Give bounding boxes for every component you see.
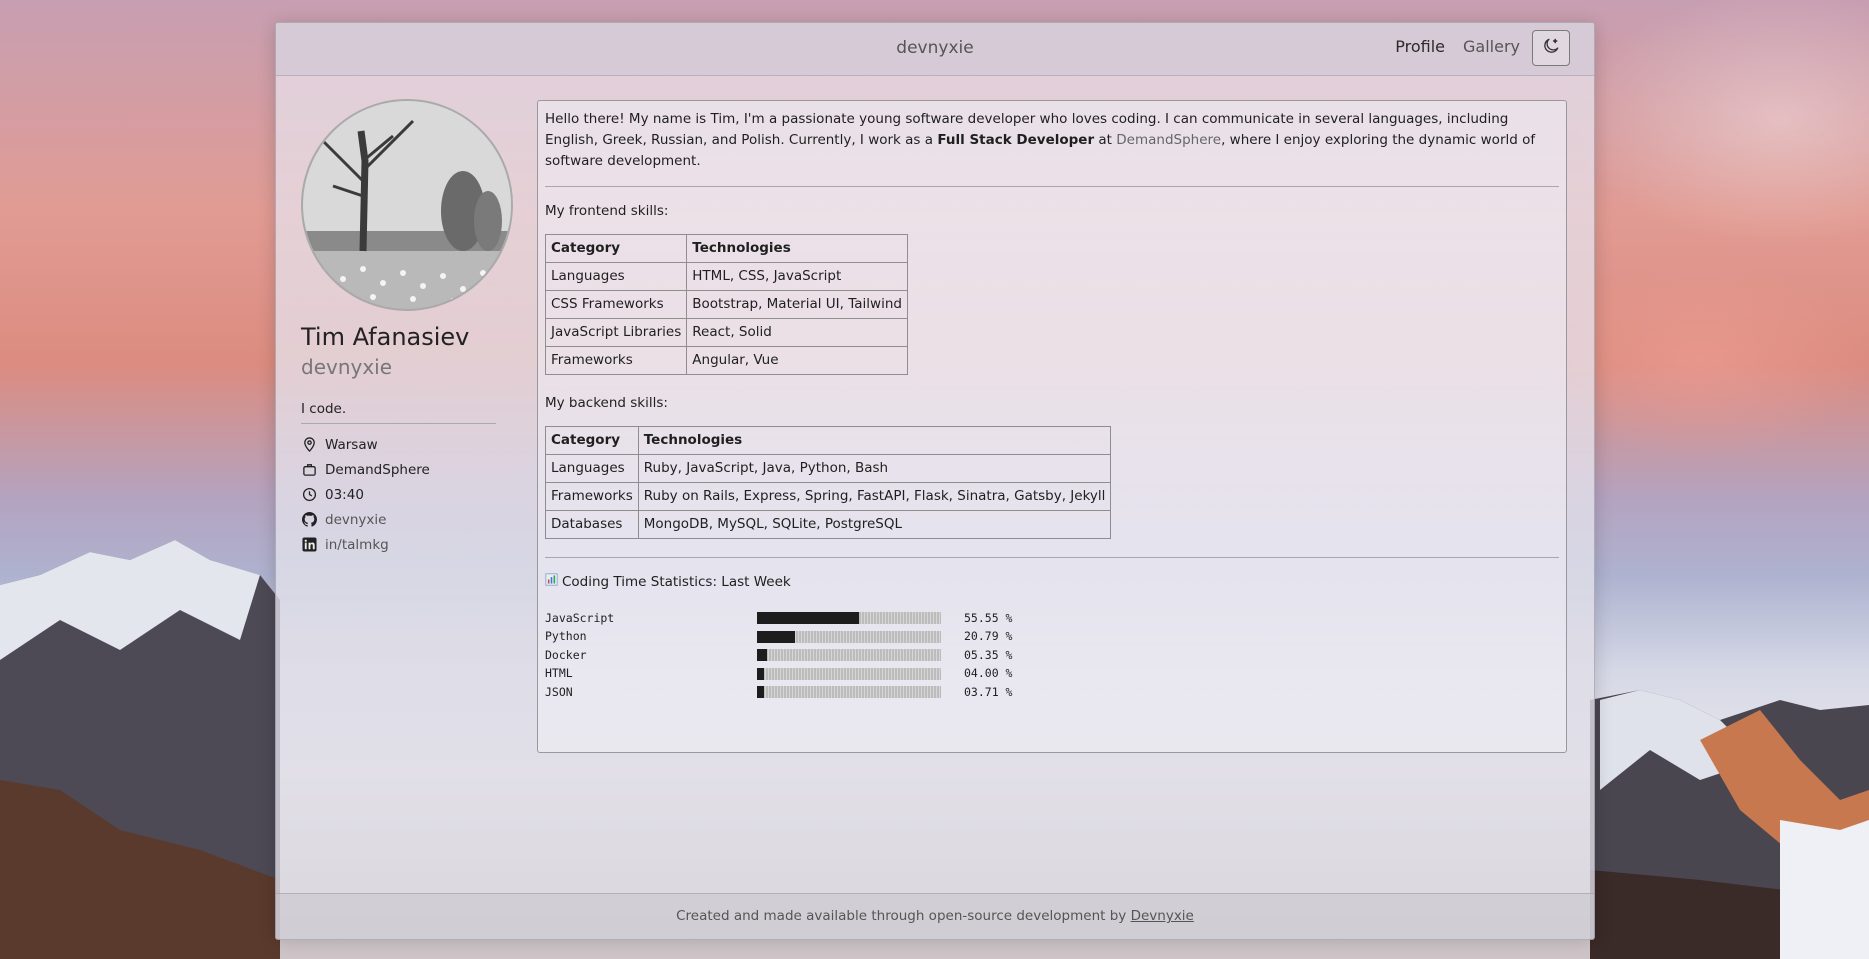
theme-toggle-button[interactable] [1532,30,1570,66]
table-cell: MongoDB, MySQL, SQLite, PostgreSQL [637,510,1112,539]
stats-progress-fill [757,630,796,643]
intro-role: Full Stack Developer [937,132,1095,148]
stats-progress-bar [757,630,941,643]
briefcase-icon [301,462,317,478]
table-cell: JavaScript Libraries [544,318,688,347]
frontend-label: My frontend skills: [545,203,669,219]
table-row: Databases MongoDB, MySQL, SQLite, Postgre… [545,510,1112,539]
location-text: Warsaw [325,436,378,453]
footer-author-link[interactable]: Devnyxie [1131,908,1194,924]
table-cell: Languages [545,454,639,483]
stats-row: Docker 05.35 % [545,646,1559,665]
company-text: DemandSphere [325,461,430,478]
intro-at: at [1094,132,1117,148]
readme-panel: Hello there! My name is Tim, I'm a passi… [537,100,1567,753]
info-company: DemandSphere [301,457,521,482]
table-row: JavaScript Libraries React, Solid [544,318,908,347]
bar-chart-icon [545,572,558,593]
stats-row: Python 20.79 % [545,628,1559,647]
nav-profile[interactable]: Profile [1395,37,1445,56]
location-pin-icon [301,437,317,453]
profile-username: devnyxie [301,355,393,379]
table-cell: Angular, Vue [686,346,908,375]
stats-progress-fill [757,686,764,699]
info-github: devnyxie [301,507,521,532]
footer: Created and made available through open-… [276,893,1594,939]
stats-progress-bar [757,686,941,699]
divider [545,557,1559,558]
table-row: Languages Ruby, JavaScript, Java, Python,… [545,454,1112,483]
github-icon [301,512,317,528]
coding-stats: JavaScript 55.55 % Python 20.79 % Docker 05.3… [545,609,1559,702]
table-cell: Frameworks [545,482,639,511]
table-row: CSS Frameworks Bootstrap, Material UI, Ta… [544,290,908,319]
info-time: 03:40 [301,482,521,507]
local-time-text: 03:40 [325,486,364,503]
table-cell: Databases [545,510,639,539]
stats-progress-fill [757,667,765,680]
table-cell: Ruby, JavaScript, Java, Python, Bash [637,454,1112,483]
stats-progress-bar [757,667,941,680]
stats-row: JSON 03.71 % [545,683,1559,702]
stats-progress-fill [757,649,767,662]
profile-info-list: Warsaw DemandSphere 03:40 devnyxie in/ta… [301,432,521,557]
table-cell: Ruby on Rails, Express, Spring, FastAPI,… [637,482,1112,511]
table-cell: React, Solid [686,318,908,347]
frontend-skills-table: Category Technologies Languages HTML, CSS… [544,234,908,375]
stats-progress-bar [757,649,941,662]
stats-row: JavaScript 55.55 % [545,609,1559,628]
table-cell: HTML, CSS, JavaScript [686,262,908,291]
column-header: Category [544,234,688,263]
table-row: Frameworks Ruby on Rails, Express, Spring… [545,482,1112,511]
linkedin-link[interactable]: in/talmkg [325,537,389,553]
profile-sidebar: Tim Afanasiev devnyxie I code. Warsaw De… [301,99,521,557]
backend-label: My backend skills: [545,395,668,411]
stats-progress-bar [757,612,941,625]
nav-gallery[interactable]: Gallery [1463,37,1520,56]
stats-row: HTML 04.00 % [545,665,1559,684]
main-nav: Profile Gallery [1395,37,1520,56]
info-location: Warsaw [301,432,521,457]
table-cell: Frameworks [544,346,688,375]
clock-icon [301,487,317,503]
stats-percentage: 03.71 % [964,684,1013,699]
footer-text: Created and made available through open-… [676,908,1131,924]
header-bar: devnyxie Profile Gallery [276,23,1594,76]
table-row: Languages HTML, CSS, JavaScript [544,262,908,291]
stats-language: JSON [545,684,573,699]
profile-full-name: Tim Afanasiev [301,323,470,351]
app-window: devnyxie Profile Gallery Tim Afanasiev d… [275,22,1595,940]
stats-heading: Coding Time Statistics: Last Week [545,572,1559,593]
github-link[interactable]: devnyxie [325,512,386,528]
profile-bio: I code. [301,401,496,424]
stats-title-text: Coding Time Statistics: Last Week [562,574,791,590]
avatar [301,99,513,311]
table-cell: Languages [544,262,688,291]
table-cell: Bootstrap, Material UI, Tailwind [686,290,908,319]
backend-skills-table: Category Technologies Languages Ruby, Jav… [545,426,1112,539]
table-row: Frameworks Angular, Vue [544,346,908,375]
table-cell: CSS Frameworks [544,290,688,319]
column-header: Technologies [686,234,908,263]
linkedin-icon [301,537,317,553]
intro-paragraph: Hello there! My name is Tim, I'm a passi… [545,109,1559,172]
column-header: Technologies [637,426,1112,455]
stats-progress-fill [757,612,860,625]
divider [545,186,1559,187]
info-linkedin: in/talmkg [301,532,521,557]
moon-icon [1541,36,1561,60]
company-link[interactable]: DemandSphere [1116,132,1221,148]
column-header: Category [545,426,639,455]
